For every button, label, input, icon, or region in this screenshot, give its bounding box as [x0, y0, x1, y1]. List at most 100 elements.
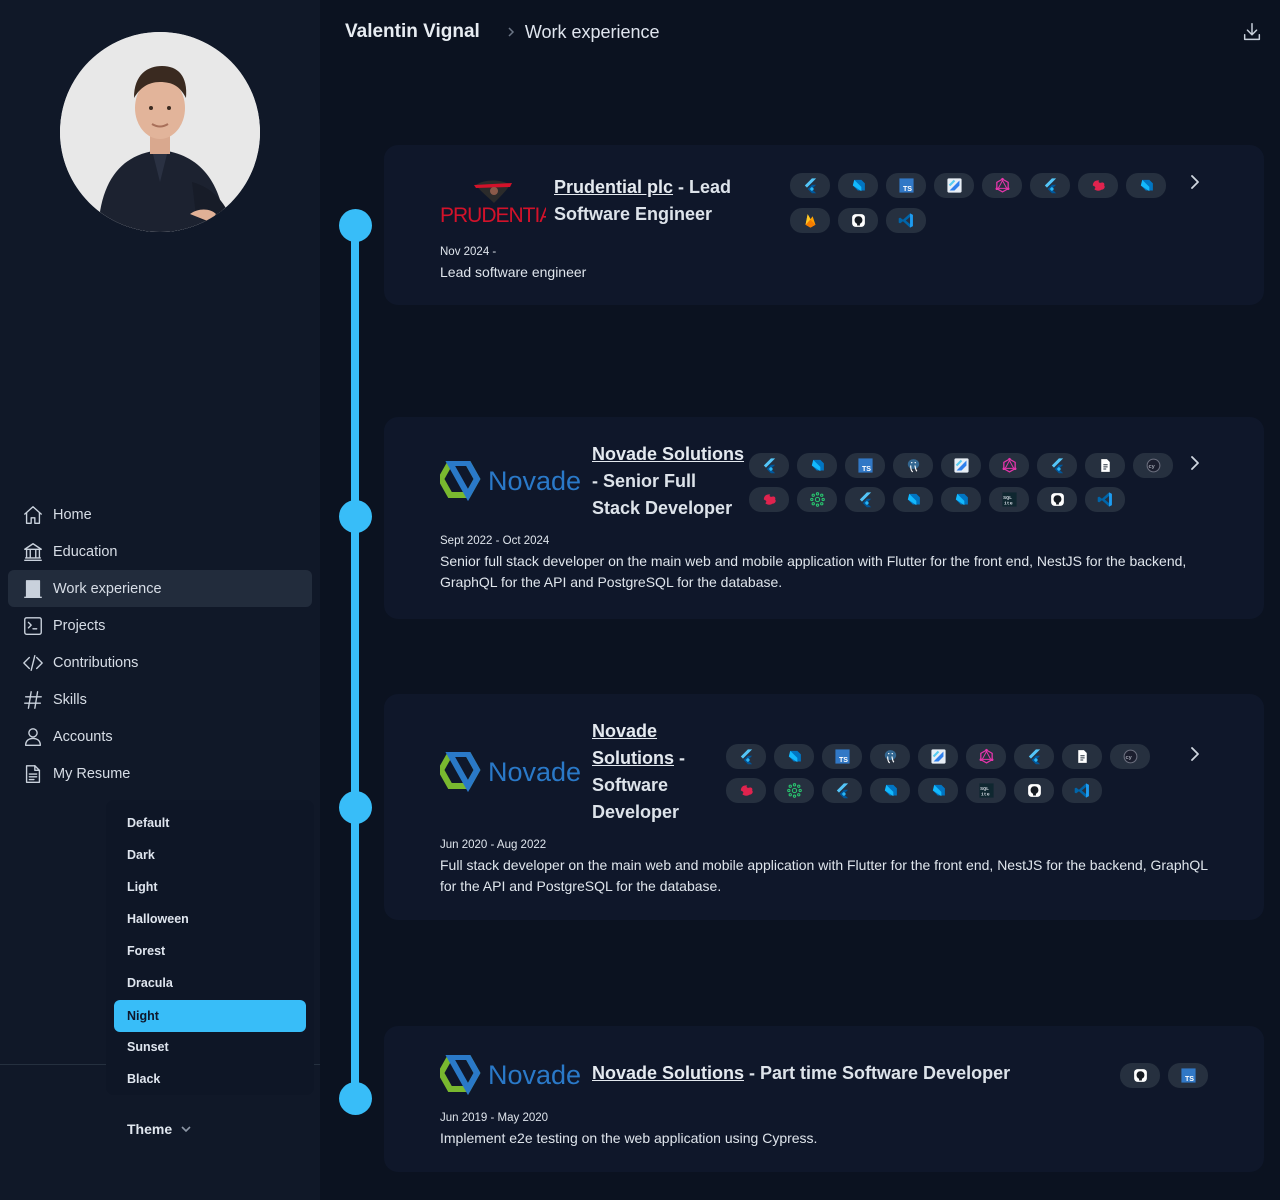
graphql-icon[interactable]: [966, 744, 1006, 769]
chevron-right-icon[interactable]: [1185, 453, 1205, 473]
typescript-icon[interactable]: TS: [886, 173, 926, 198]
theme-option-black[interactable]: Black: [114, 1063, 306, 1095]
technology-list: TS: [790, 173, 1174, 198]
dart-icon[interactable]: [838, 173, 878, 198]
postgresql-icon[interactable]: [893, 453, 933, 478]
company-link[interactable]: Novade Solutions: [592, 1063, 744, 1083]
sidebar-item-education[interactable]: Education: [8, 533, 312, 570]
dart-icon[interactable]: [774, 744, 814, 769]
theme-option-dark[interactable]: Dark: [114, 839, 306, 871]
graphql-icon[interactable]: [982, 173, 1022, 198]
experience-description: Implement e2e testing on the web applica…: [440, 1130, 818, 1146]
company-link[interactable]: Novade Solutions: [592, 444, 744, 464]
sidebar: Home Education Work experience Projects …: [0, 0, 320, 1200]
company-link[interactable]: Prudential plc: [554, 177, 673, 197]
dart-icon[interactable]: [893, 487, 933, 512]
vscode-icon[interactable]: [1062, 778, 1102, 803]
theme-option-forest[interactable]: Forest: [114, 935, 306, 967]
theme-option-sunset[interactable]: Sunset: [114, 1031, 306, 1063]
cypress-icon[interactable]: cy: [1110, 744, 1150, 769]
hashtag-icon: [21, 688, 45, 712]
github-icon[interactable]: [1014, 778, 1054, 803]
technology-list: SQL ite: [726, 778, 1110, 803]
nestjs-icon[interactable]: [1078, 173, 1118, 198]
experience-description: Lead software engineer: [440, 264, 587, 280]
theme-option-light[interactable]: Light: [114, 871, 306, 903]
download-resume-button[interactable]: [1236, 16, 1268, 48]
openapi-icon[interactable]: [774, 778, 814, 803]
experience-dates: Jun 2020 - Aug 2022: [440, 839, 547, 851]
github-icon[interactable]: [838, 208, 878, 233]
graphql-icon[interactable]: [989, 453, 1029, 478]
technology-list: [790, 208, 934, 233]
typescript-icon[interactable]: TS: [822, 744, 862, 769]
dart-icon[interactable]: [918, 778, 958, 803]
timeline-line: [351, 225, 359, 1099]
typescript-icon[interactable]: TS: [1168, 1063, 1208, 1088]
flutter-icon[interactable]: [749, 453, 789, 478]
svg-text:SQL: SQL: [980, 786, 989, 792]
postgresql-icon[interactable]: [870, 744, 910, 769]
chevron-right-icon[interactable]: [1185, 744, 1205, 764]
vscode-icon[interactable]: [886, 208, 926, 233]
flutter-icon[interactable]: [1014, 744, 1054, 769]
nestjs-icon[interactable]: [726, 778, 766, 803]
vscode-icon[interactable]: [1085, 487, 1125, 512]
theme-option-dracula[interactable]: Dracula: [114, 967, 306, 999]
experience-title: Novade Solutions - Senior Full Stack Dev…: [592, 441, 748, 522]
flutter-test-icon[interactable]: [918, 744, 958, 769]
github-icon[interactable]: [1120, 1063, 1160, 1088]
flutter-icon[interactable]: [1030, 173, 1070, 198]
svg-text:SQL: SQL: [1003, 495, 1012, 501]
theme-dropdown-button[interactable]: Theme: [127, 1118, 192, 1140]
bank-icon: [21, 540, 45, 564]
experience-card[interactable]: Novade Novade Solutions - Senior Full St…: [384, 417, 1264, 619]
sqlite-icon[interactable]: SQL ite: [966, 778, 1006, 803]
openapi-icon[interactable]: [797, 487, 837, 512]
flutter-icon[interactable]: [1037, 453, 1077, 478]
experience-card[interactable]: Novade Novade Solutions - Software Devel…: [384, 694, 1264, 920]
document-icon: [21, 762, 45, 786]
flutter-icon[interactable]: [726, 744, 766, 769]
breadcrumb-owner[interactable]: Valentin Vignal: [345, 21, 480, 43]
sidebar-item-label: Projects: [53, 617, 106, 634]
theme-option-halloween[interactable]: Halloween: [114, 903, 306, 935]
document-icon[interactable]: [1062, 744, 1102, 769]
experience-card[interactable]: Novade Novade Solutions - Part time Soft…: [384, 1026, 1264, 1172]
timeline-dot: [339, 791, 372, 824]
dart-icon[interactable]: [941, 487, 981, 512]
sidebar-item-my-resume[interactable]: My Resume: [8, 755, 312, 792]
sidebar-item-skills[interactable]: Skills: [8, 681, 312, 718]
avatar: [60, 32, 260, 232]
dart-icon[interactable]: [797, 453, 837, 478]
svg-text:Novade: Novade: [488, 1060, 581, 1090]
chevron-right-icon: [506, 27, 516, 37]
chevron-right-icon[interactable]: [1185, 172, 1205, 192]
sidebar-item-work-experience[interactable]: Work experience: [8, 570, 312, 607]
svg-text:TS: TS: [861, 465, 870, 473]
sidebar-item-contributions[interactable]: Contributions: [8, 644, 312, 681]
experience-card[interactable]: PRUDENTIAL Prudential plc - Lead Softwar…: [384, 145, 1264, 305]
svg-text:Novade: Novade: [488, 466, 581, 496]
theme-option-default[interactable]: Default: [114, 807, 306, 839]
sidebar-item-projects[interactable]: Projects: [8, 607, 312, 644]
company-link[interactable]: Novade Solutions: [592, 721, 674, 768]
sidebar-item-home[interactable]: Home: [8, 496, 312, 533]
firebase-icon[interactable]: [790, 208, 830, 233]
sidebar-item-accounts[interactable]: Accounts: [8, 718, 312, 755]
flutter-test-icon[interactable]: [941, 453, 981, 478]
flutter-icon[interactable]: [845, 487, 885, 512]
experience-title: Novade Solutions - Part time Software De…: [592, 1060, 1062, 1087]
flutter-icon[interactable]: [790, 173, 830, 198]
github-icon[interactable]: [1037, 487, 1077, 512]
document-icon[interactable]: [1085, 453, 1125, 478]
theme-option-night[interactable]: Night: [114, 1000, 306, 1032]
typescript-icon[interactable]: TS: [845, 453, 885, 478]
flutter-test-icon[interactable]: [934, 173, 974, 198]
dart-icon[interactable]: [1126, 173, 1166, 198]
cypress-icon[interactable]: cy: [1133, 453, 1173, 478]
sqlite-icon[interactable]: SQL ite: [989, 487, 1029, 512]
flutter-icon[interactable]: [822, 778, 862, 803]
nestjs-icon[interactable]: [749, 487, 789, 512]
dart-icon[interactable]: [870, 778, 910, 803]
